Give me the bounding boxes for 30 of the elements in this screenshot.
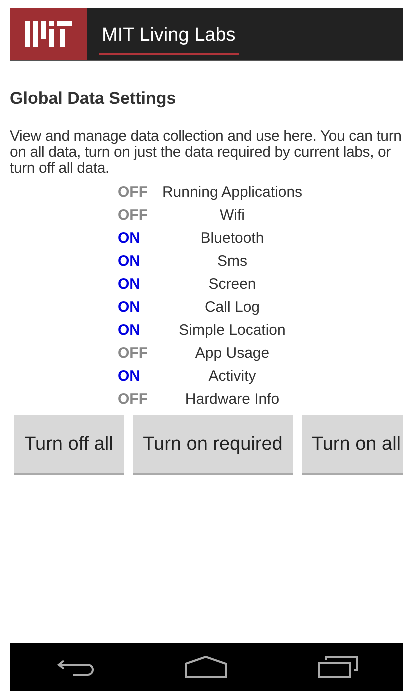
status-label: ON	[118, 322, 142, 339]
status-label: OFF	[118, 391, 149, 408]
description-text: View and manage data collection and use here. You can turn on all data, turn on just the data required by current labs, or turn off all data.	[10, 129, 403, 177]
status-label: OFF	[118, 207, 149, 224]
setting-name: Wifi	[219, 207, 246, 224]
section-heading: Global Data Settings	[10, 89, 178, 109]
app-title: MIT Living Labs	[99, 21, 239, 55]
setting-name: Running Applications	[161, 184, 304, 201]
recent-apps-icon[interactable]	[318, 656, 358, 678]
status-label: ON	[118, 253, 142, 270]
action-button[interactable]: Turn off all	[14, 415, 124, 475]
setting-name: Screen	[208, 276, 258, 293]
setting-name: Bluetooth	[200, 230, 266, 247]
status-label: ON	[118, 276, 142, 293]
setting-name: Hardware Info	[184, 391, 281, 408]
status-label: OFF	[118, 345, 149, 362]
logo-icon	[25, 21, 72, 47]
action-button[interactable]: Turn on required	[133, 415, 293, 475]
back-icon[interactable]	[56, 658, 94, 676]
setting-name: Sms	[216, 253, 248, 270]
setting-name: Simple Location	[178, 322, 287, 339]
setting-name: Call Log	[204, 299, 262, 316]
action-button[interactable]: Turn on all	[302, 415, 403, 475]
status-label: ON	[118, 368, 142, 385]
status-label: ON	[118, 230, 142, 247]
setting-name: Activity	[208, 368, 258, 385]
home-icon[interactable]	[184, 656, 226, 678]
status-label: ON	[118, 299, 142, 316]
status-label: OFF	[118, 184, 149, 201]
setting-name: App Usage	[194, 345, 271, 362]
